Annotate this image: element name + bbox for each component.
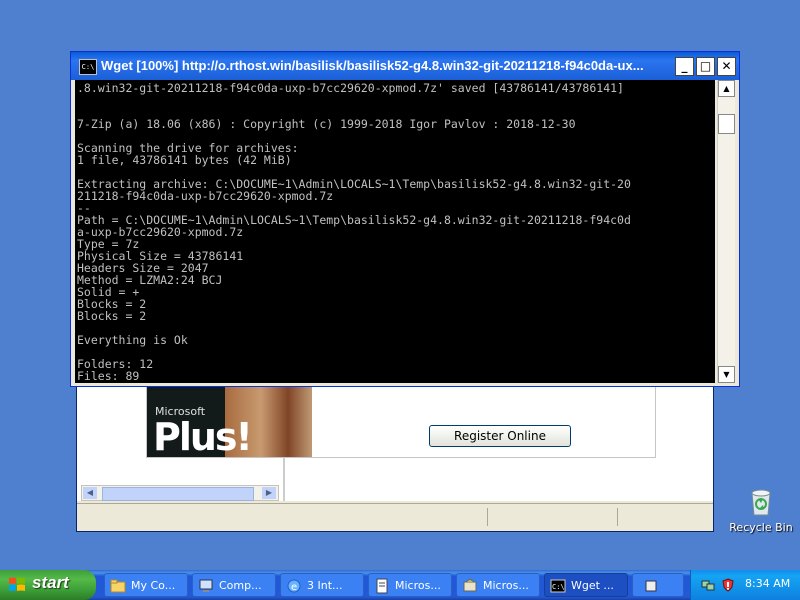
taskbar: start My Co... Comp... e 3 Int... Micros… bbox=[0, 570, 800, 600]
microsoft-plus-panel: Microsoft Plus! Register Online bbox=[146, 384, 656, 458]
taskbar-button-extra[interactable] bbox=[632, 573, 684, 597]
console-icon[interactable]: C:\ bbox=[79, 59, 97, 75]
folder-icon bbox=[110, 578, 126, 594]
status-bar bbox=[77, 503, 713, 530]
network-icon[interactable] bbox=[701, 577, 715, 591]
scroll-left-icon[interactable]: ◀ bbox=[83, 487, 97, 499]
recycle-bin-label: Recycle Bin bbox=[729, 521, 793, 534]
title-bar[interactable]: C:\ Wget [100%] http://o.rthost.win/basi… bbox=[71, 52, 739, 80]
status-divider bbox=[487, 508, 488, 526]
console-output[interactable]: .8.win32-git-20211218-f94c0da-uxp-b7cc29… bbox=[75, 80, 715, 383]
taskbar-button-label: Micros... bbox=[483, 579, 529, 592]
taskbar-button-my-computer[interactable]: My Co... bbox=[104, 573, 188, 597]
start-button[interactable]: start bbox=[0, 570, 96, 600]
taskbar-button-computer[interactable]: Comp... bbox=[192, 573, 276, 597]
taskbar-button-label: Comp... bbox=[219, 579, 262, 592]
system-tray: 8:34 AM bbox=[690, 570, 800, 600]
scroll-up-icon[interactable]: ▲ bbox=[718, 80, 735, 97]
clock[interactable]: 8:34 AM bbox=[745, 577, 790, 590]
console-window[interactable]: C:\ Wget [100%] http://o.rthost.win/basi… bbox=[70, 51, 740, 387]
svg-text:e: e bbox=[291, 582, 297, 593]
recycle-bin[interactable]: Recycle Bin bbox=[726, 485, 796, 545]
taskbar-button-label: My Co... bbox=[131, 579, 176, 592]
computer-icon bbox=[198, 578, 214, 594]
status-divider bbox=[617, 508, 618, 526]
windows-logo-icon bbox=[8, 576, 26, 594]
console-text: .8.win32-git-20211218-f94c0da-uxp-b7cc29… bbox=[77, 81, 631, 383]
internet-explorer-icon: e bbox=[286, 578, 302, 594]
taskbar-button-microsoft-1[interactable]: Micros... bbox=[368, 573, 452, 597]
taskbar-button-wget[interactable]: C:\ Wget ... bbox=[544, 573, 628, 597]
taskbar-button-label: Micros... bbox=[395, 579, 441, 592]
microsoft-plus-logo: Microsoft Plus! bbox=[147, 385, 312, 457]
taskbar-button-microsoft-2[interactable]: Micros... bbox=[456, 573, 540, 597]
scroll-right-icon[interactable]: ▶ bbox=[262, 487, 276, 499]
close-button[interactable]: ✕ bbox=[717, 57, 736, 76]
scroll-down-icon[interactable]: ▼ bbox=[718, 366, 735, 383]
scroll-thumb[interactable] bbox=[718, 114, 735, 134]
console-icon: C:\ bbox=[550, 578, 566, 594]
window-icon bbox=[643, 578, 659, 594]
security-shield-icon[interactable] bbox=[721, 577, 735, 592]
logo-brand-large: Plus! bbox=[153, 415, 253, 457]
document-icon bbox=[374, 578, 390, 594]
minimize-button[interactable]: _ bbox=[675, 57, 694, 76]
maximize-button[interactable]: □ bbox=[696, 57, 715, 76]
taskbar-button-label: Wget ... bbox=[571, 579, 614, 592]
start-label: start bbox=[32, 573, 69, 592]
window-title: Wget [100%] http://o.rthost.win/basilisk… bbox=[101, 58, 644, 73]
setup-icon bbox=[462, 578, 478, 594]
register-online-button[interactable]: Register Online bbox=[429, 425, 571, 447]
vertical-scrollbar[interactable]: ▲ ▼ bbox=[717, 80, 735, 383]
taskbar-button-internet-explorer[interactable]: e 3 Int... bbox=[280, 573, 364, 597]
recycle-bin-icon[interactable] bbox=[745, 485, 777, 517]
taskbar-button-label: 3 Int... bbox=[307, 579, 343, 592]
scroll-thumb[interactable] bbox=[102, 487, 254, 501]
svg-text:C:\: C:\ bbox=[552, 583, 565, 591]
horizontal-scrollbar[interactable]: ◀ ▶ bbox=[81, 485, 279, 501]
